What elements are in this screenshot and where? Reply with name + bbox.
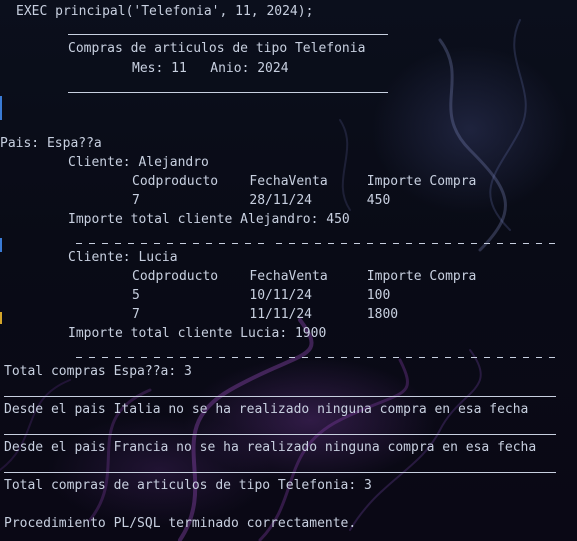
report-month-year: Mes: 11 Anio: 2024 xyxy=(132,61,289,76)
client-separator xyxy=(76,357,266,358)
purchase-columns: Codproducto FechaVenta Importe Compra xyxy=(132,174,477,189)
country-rule xyxy=(4,396,556,397)
country-rule xyxy=(4,434,556,435)
client-separator xyxy=(276,357,560,358)
no-purchase-message: Desde el pais Italia no se ha realizado … xyxy=(4,402,529,417)
country-total: Total compras Espa??a: 3 xyxy=(4,364,192,379)
gutter-change-marker xyxy=(0,312,2,324)
purchase-row: 7 11/11/24 1800 xyxy=(132,307,399,322)
grand-total: Total compras de articulos de tipo Telef… xyxy=(4,478,372,493)
command-line: EXEC principal('Telefonia', 11, 2024); xyxy=(16,4,314,19)
header-rule-bottom xyxy=(68,92,388,93)
report-title: Compras de articulos de tipo Telefonia xyxy=(68,41,366,56)
client-label: Cliente: Alejandro xyxy=(68,155,209,170)
completion-message: Procedimiento PL/SQL terminado correctam… xyxy=(4,516,357,531)
terminal-output[interactable]: EXEC principal('Telefonia', 11, 2024); C… xyxy=(0,0,577,541)
client-separator xyxy=(276,243,560,244)
purchase-columns: Codproducto FechaVenta Importe Compra xyxy=(132,269,477,284)
client-total: Importe total cliente Lucia: 1900 xyxy=(68,326,327,341)
client-label: Cliente: Lucia xyxy=(68,250,178,265)
gutter-change-marker xyxy=(0,238,2,252)
client-separator xyxy=(76,243,266,244)
purchase-row: 5 10/11/24 100 xyxy=(132,288,391,303)
country-rule xyxy=(4,472,556,473)
header-rule-top xyxy=(68,34,388,35)
client-total: Importe total cliente Alejandro: 450 xyxy=(68,212,350,227)
gutter-change-marker xyxy=(0,96,2,120)
no-purchase-message: Desde el pais Francia no se ha realizado… xyxy=(4,440,537,455)
purchase-row: 7 28/11/24 450 xyxy=(132,193,391,208)
country-label: Pais: Espa??a xyxy=(0,136,102,151)
